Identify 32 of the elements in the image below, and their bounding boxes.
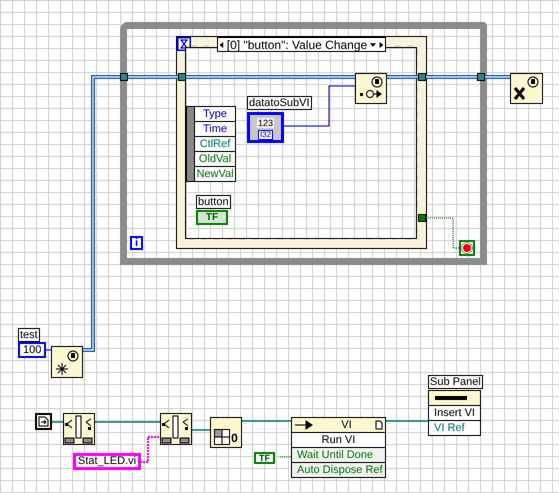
boolean-constant: TF bbox=[254, 452, 275, 464]
numeric-value: 123 bbox=[256, 118, 274, 128]
method-parameter: Auto Dispose Ref bbox=[292, 463, 385, 477]
document-icon bbox=[38, 416, 49, 427]
string-constant: Stat_LED.vi bbox=[73, 453, 142, 470]
iteration-terminal: i bbox=[130, 236, 143, 250]
event-data-field: OldVal bbox=[195, 152, 235, 167]
node-label: Sub Panel bbox=[428, 375, 483, 389]
event-data-field: Type bbox=[195, 107, 235, 122]
node-class-label: VI bbox=[341, 419, 352, 431]
grid-icon bbox=[214, 429, 230, 445]
hourglass-icon bbox=[177, 37, 191, 51]
tunnel bbox=[178, 73, 186, 81]
event-data-field: NewVal bbox=[195, 167, 235, 181]
tunnel bbox=[120, 73, 128, 81]
decrement-arrow-icon[interactable] bbox=[219, 40, 224, 50]
terminal-label: button bbox=[196, 195, 231, 209]
tunnel bbox=[477, 73, 485, 81]
index-value: 0 bbox=[231, 431, 238, 445]
increment-arrow-icon[interactable] bbox=[379, 40, 384, 50]
tunnel bbox=[418, 73, 426, 81]
control-label: test bbox=[18, 328, 40, 342]
data-type-label: I32 bbox=[258, 130, 274, 140]
event-data-field: Time bbox=[195, 122, 235, 137]
numeric-control: 100 bbox=[18, 342, 46, 358]
wire bbox=[280, 456, 292, 458]
terminal-label: datatoSubVI bbox=[247, 96, 312, 110]
dropdown-icon[interactable] bbox=[370, 40, 376, 48]
event-data-field: CtlRef bbox=[195, 137, 235, 152]
stop-tunnel bbox=[418, 214, 426, 222]
method-parameter: Wait Until Done bbox=[292, 448, 385, 463]
boolean-terminal: TF bbox=[196, 210, 228, 225]
